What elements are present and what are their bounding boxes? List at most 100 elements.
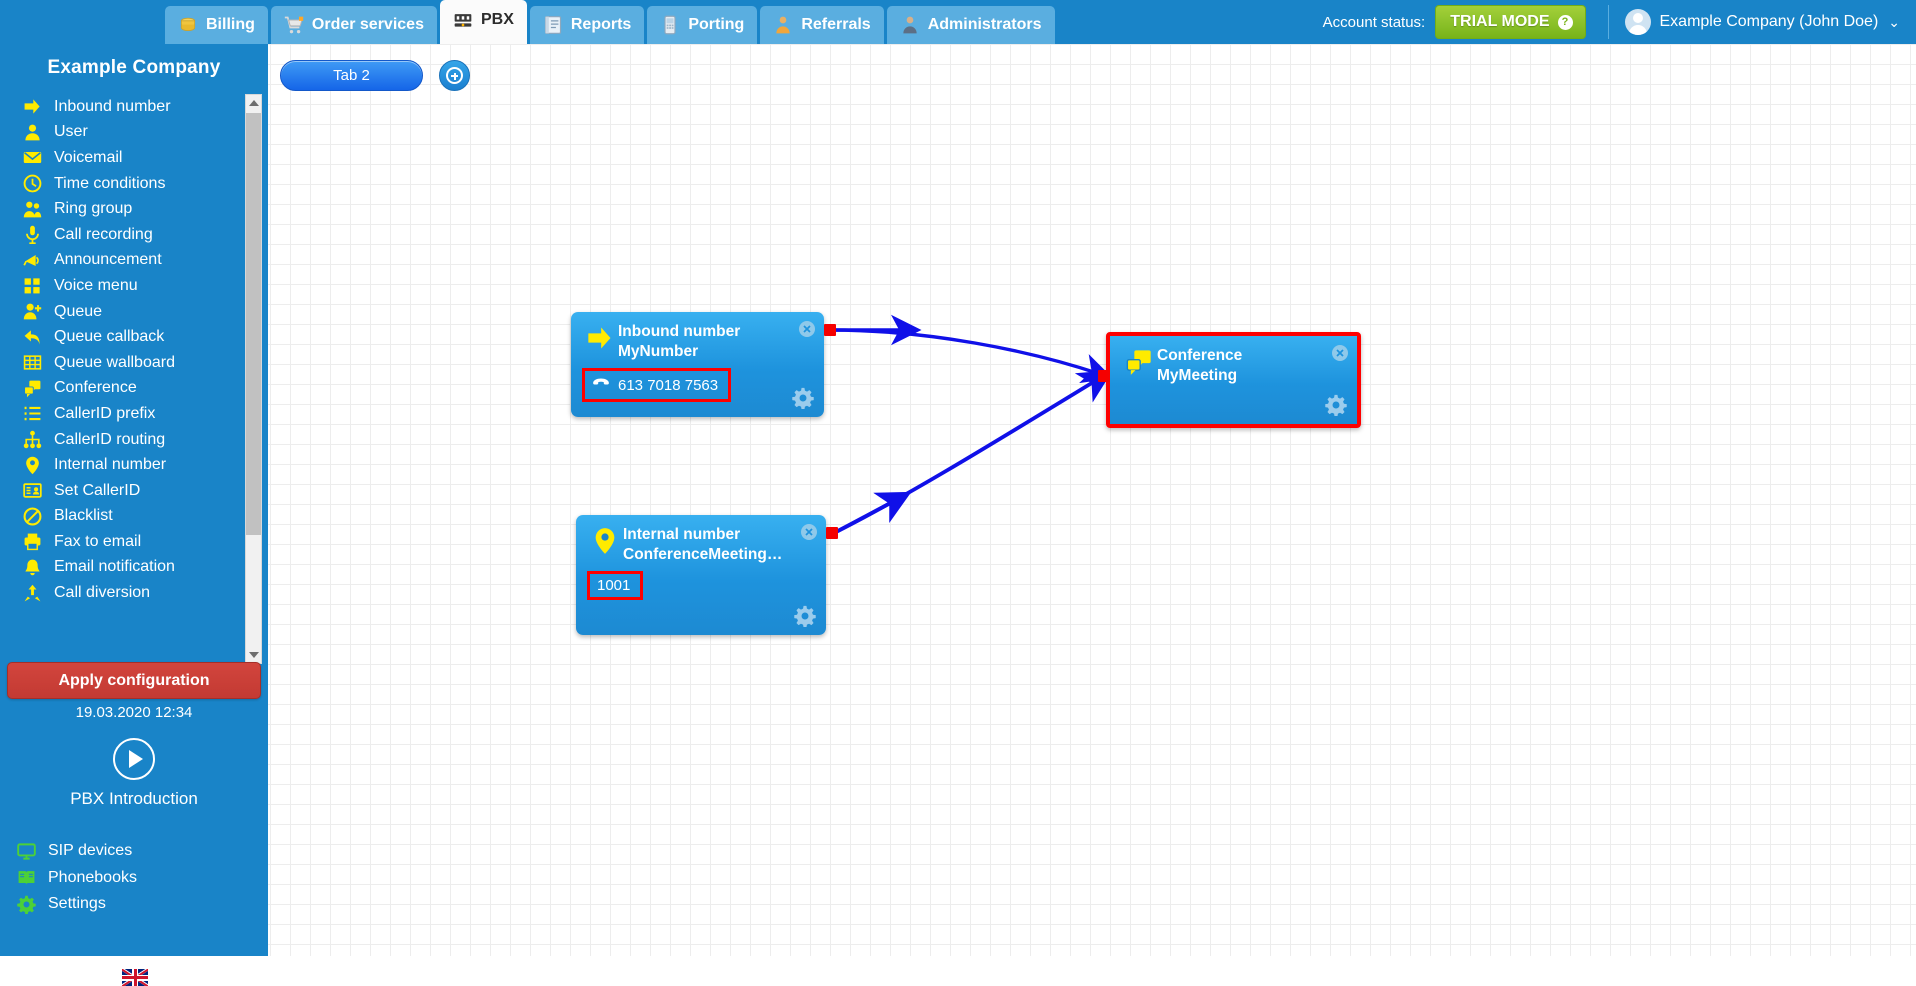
nav-tab-porting[interactable]: Porting (647, 6, 758, 44)
apply-timestamp: 19.03.2020 12:34 (75, 704, 193, 721)
sidebar-item-label: Queue callback (54, 328, 165, 346)
sidebar: Example Company Inbound number User Voicem… (0, 44, 268, 986)
sidebar-item-settings[interactable]: Settings (0, 891, 268, 918)
nav-tab-label: Referrals (801, 16, 871, 33)
sidebar-item-label: Email notification (54, 558, 175, 576)
play-circle-icon[interactable] (113, 738, 155, 780)
node-header: Internal number ConferenceMeeting… (576, 515, 826, 565)
coins-icon (178, 15, 198, 35)
id-card-icon (19, 480, 45, 502)
scroll-up-arrow-icon[interactable] (246, 95, 261, 111)
account-name-label[interactable]: Example Company (John Doe) (1660, 13, 1879, 31)
sidebar-item-label: Internal number (54, 456, 167, 474)
close-icon[interactable] (1332, 345, 1348, 361)
sidebar-item-label: SIP devices (48, 842, 133, 860)
sidebar-item-email-notification[interactable]: Email notification (6, 555, 240, 581)
account-zone: Account status: TRIAL MODE ? Example Com… (1323, 0, 1916, 44)
sidebar-item-label: Fax to email (54, 532, 142, 550)
node-header: Conference MyMeeting (1110, 336, 1357, 386)
node-type-label: Internal number (623, 526, 741, 543)
apply-configuration-button[interactable]: Apply configuration (7, 662, 261, 699)
printer-icon (19, 531, 45, 553)
sidebar-item-phonebooks[interactable]: Phonebooks (0, 865, 268, 892)
sidebar-item-time-conditions[interactable]: Time conditions (6, 171, 240, 197)
flow-node-conference[interactable]: Conference MyMeeting (1098, 332, 1361, 428)
scrollbar-thumb[interactable] (246, 113, 261, 535)
close-icon[interactable] (801, 524, 817, 540)
sidebar-item-queue-wallboard[interactable]: Queue wallboard (6, 350, 240, 376)
flow-node-internal[interactable]: Internal number ConferenceMeeting… 1001 (576, 515, 838, 635)
nav-tab-reports[interactable]: Reports (529, 6, 645, 44)
sidebar-item-announcement[interactable]: Announcement (6, 248, 240, 274)
sidebar-item-set-callerid[interactable]: Set CallerID (6, 478, 240, 504)
sidebar-item-inbound-number[interactable]: Inbound number (6, 94, 240, 120)
pbx-introduction-label[interactable]: PBX Introduction (0, 789, 268, 809)
sidebar-item-call-diversion[interactable]: Call diversion (6, 580, 240, 606)
sidebar-item-internal-number[interactable]: Internal number (6, 452, 240, 478)
plus-circle-icon[interactable] (439, 60, 470, 91)
sidebar-item-label: User (54, 123, 88, 141)
sidebar-item-voice-menu[interactable]: Voice menu (6, 273, 240, 299)
sidebar-item-user[interactable]: User (6, 120, 240, 146)
nav-tab-label: Administrators (927, 16, 1042, 33)
node-titles: Internal number ConferenceMeeting… (623, 525, 782, 565)
node-type-label: Conference (1157, 347, 1243, 364)
sidebar-item-label: CallerID routing (54, 430, 166, 448)
sidebar-item-ring-group[interactable]: Ring group (6, 196, 240, 222)
flow-node-inbound[interactable]: Inbound number MyNumber 613 7018 7563 (571, 312, 836, 417)
mobile-phone-icon (660, 15, 680, 35)
sidebar-item-label: Conference (54, 379, 137, 397)
sidebar-item-label: Announcement (54, 251, 162, 269)
person-orange-icon (773, 15, 793, 35)
trial-mode-badge[interactable]: TRIAL MODE ? (1435, 5, 1586, 39)
sidebar-item-call-recording[interactable]: Call recording (6, 222, 240, 248)
sidebar-item-queue-callback[interactable]: Queue callback (6, 324, 240, 350)
sidebar-bottom-items: SIP devices Phonebooks Settings (0, 838, 268, 918)
gear-icon[interactable] (792, 387, 814, 410)
sidebar-item-label: Call recording (54, 225, 153, 243)
uk-flag-icon[interactable] (122, 969, 148, 986)
sidebar-item-callerid-routing[interactable]: CallerID routing (6, 427, 240, 453)
connection-links (829, 314, 1113, 535)
sidebar-item-voicemail[interactable]: Voicemail (6, 145, 240, 171)
link-inbound-to-conference (829, 328, 1113, 384)
sidebar-item-label: CallerID prefix (54, 404, 156, 422)
flow-canvas[interactable]: Tab 2 Inbound number MyNumber 613 7018 756… (268, 44, 1916, 956)
nav-tab-label: Billing (206, 16, 255, 33)
nav-tab-pbx[interactable]: PBX (439, 0, 527, 44)
monitor-icon (13, 840, 39, 862)
megaphone-icon (19, 249, 45, 271)
flow-tab-active[interactable]: Tab 2 (280, 60, 423, 91)
gear-icon[interactable] (1325, 394, 1347, 417)
nav-tab-referrals[interactable]: Referrals (760, 6, 884, 44)
nav-tab-administrators[interactable]: Administrators (886, 6, 1055, 44)
arrow-right-icon (582, 322, 618, 362)
chevron-down-icon[interactable]: ⌄ (1888, 14, 1900, 31)
help-question-icon[interactable]: ? (1557, 14, 1573, 30)
scroll-down-arrow-icon[interactable] (246, 647, 261, 663)
pbx-switchboard-icon (453, 10, 473, 30)
sidebar-item-queue[interactable]: Queue (6, 299, 240, 325)
sidebar-item-label: Voice menu (54, 276, 138, 294)
node-connector-port[interactable] (1098, 370, 1110, 382)
sidebar-item-sip-devices[interactable]: SIP devices (0, 838, 268, 865)
top-header-bar: Billing Order services PBX Reports Porting Re… (0, 0, 1916, 44)
sidebar-item-conference[interactable]: Conference (6, 376, 240, 402)
node-connector-port[interactable] (824, 324, 836, 336)
sidebar-scrollbar[interactable] (245, 94, 262, 664)
user-icon (19, 121, 45, 143)
node-detail-value: 1001 (597, 577, 631, 594)
list-icon (19, 403, 45, 425)
gear-icon[interactable] (794, 605, 816, 628)
sidebar-item-label: Phonebooks (48, 868, 137, 886)
sidebar-item-fax-to-email[interactable]: Fax to email (6, 529, 240, 555)
nav-tab-billing[interactable]: Billing (165, 6, 268, 44)
close-icon[interactable] (799, 321, 815, 337)
node-connector-port[interactable] (826, 527, 838, 539)
user-plus-icon (19, 301, 45, 323)
sidebar-item-callerid-prefix[interactable]: CallerID prefix (6, 401, 240, 427)
nav-tab-order-services[interactable]: Order services (270, 6, 437, 44)
account-status-label: Account status: (1322, 13, 1426, 31)
report-book-icon (543, 15, 563, 35)
sidebar-item-blacklist[interactable]: Blacklist (6, 504, 240, 530)
